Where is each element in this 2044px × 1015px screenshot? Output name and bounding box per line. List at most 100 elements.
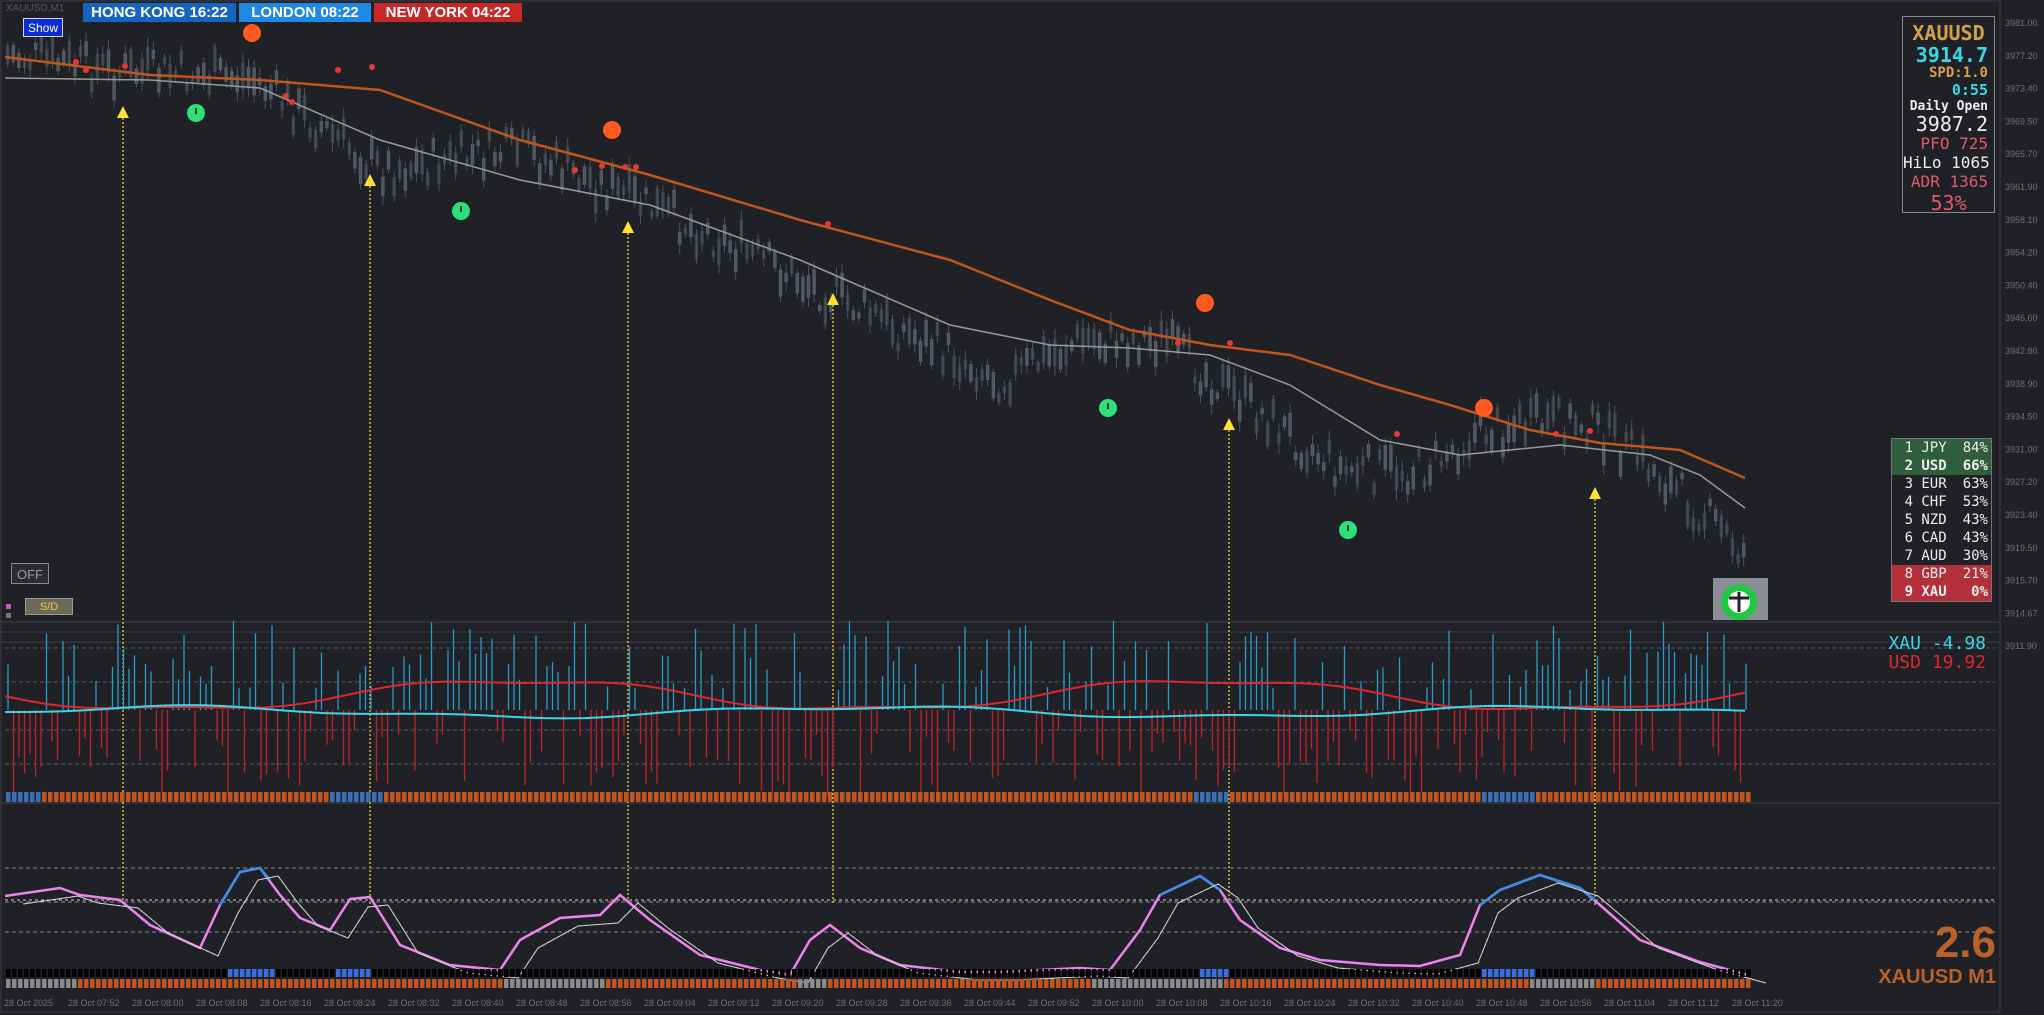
strip-cell — [1278, 792, 1283, 802]
strip-cell — [696, 792, 701, 802]
strip-cell — [1344, 969, 1349, 977]
strip-cell — [540, 792, 545, 802]
strip-cell — [414, 979, 419, 988]
strip-cell — [1236, 969, 1241, 977]
strip-cell — [756, 792, 761, 802]
strip-cell — [1158, 792, 1163, 802]
strip-cell — [1452, 792, 1457, 802]
strip-cell — [6, 792, 11, 802]
strip-cell — [972, 979, 977, 988]
strip-cell — [48, 979, 53, 988]
strip-cell — [1026, 979, 1031, 988]
strip-cell — [438, 969, 443, 977]
strip-cell — [1620, 979, 1625, 988]
strip-cell — [1458, 792, 1463, 802]
trading-chart[interactable]: 3981.00 3977.20 3973.40 3969.50 3965.70 3961.… — [0, 0, 2044, 1015]
strip-cell — [1008, 969, 1013, 977]
strip-cell — [1230, 979, 1235, 988]
strip-cell — [198, 792, 203, 802]
strength-rank: 5 — [1904, 512, 1913, 528]
strip-cell — [558, 979, 563, 988]
strip-cell — [1230, 792, 1235, 802]
strip-cell — [1308, 979, 1313, 988]
strip-cell — [1596, 979, 1601, 988]
strip-cell — [852, 792, 857, 802]
show-button[interactable]: Show — [23, 18, 63, 37]
strip-cell — [132, 969, 137, 977]
strip-cell — [1632, 792, 1637, 802]
strength-percent: 43% — [1962, 512, 1988, 528]
strength-currency: CAD — [1921, 530, 1947, 546]
strip-cell — [726, 979, 731, 988]
strip-cell — [60, 792, 65, 802]
strip-cell — [120, 792, 125, 802]
strip-cell — [498, 969, 503, 977]
price-axis-label: 3946.60 — [2005, 313, 2038, 323]
strip-cell — [954, 792, 959, 802]
strip-cell — [1398, 792, 1403, 802]
info-countdown: 0:55 — [1951, 81, 1988, 99]
strip-cell — [426, 969, 431, 977]
strip-cell — [540, 969, 545, 977]
strip-cell — [462, 969, 467, 977]
strip-cell — [1188, 969, 1193, 977]
price-chart-canvas[interactable]: 3981.00 3977.20 3973.40 3969.50 3965.70 3961.… — [0, 0, 2044, 1015]
strip-cell — [1410, 792, 1415, 802]
sd-button[interactable]: S/D — [25, 598, 73, 615]
strip-cell — [1626, 792, 1631, 802]
strip-cell — [564, 792, 569, 802]
strip-cell — [816, 792, 821, 802]
strip-cell — [1692, 969, 1697, 977]
strip-cell — [102, 979, 107, 988]
strip-cell — [1086, 969, 1091, 977]
strip-cell — [1254, 969, 1259, 977]
strip-cell — [24, 979, 29, 988]
strip-cell — [888, 979, 893, 988]
strip-cell — [876, 979, 881, 988]
strip-cell — [1200, 979, 1205, 988]
strip-cell — [1242, 979, 1247, 988]
strip-cell — [918, 792, 923, 802]
strip-cell — [810, 792, 815, 802]
strip-cell — [1116, 792, 1121, 802]
strip-cell — [1332, 969, 1337, 977]
strip-cell — [138, 969, 143, 977]
strip-cell — [180, 969, 185, 977]
strip-cell — [1596, 969, 1601, 977]
strip-cell — [1002, 792, 1007, 802]
strip-cell — [612, 792, 617, 802]
strip-cell — [690, 792, 695, 802]
strip-cell — [564, 979, 569, 988]
strength-rank: 8 — [1904, 566, 1913, 582]
strip-cell — [342, 979, 347, 988]
strength-row-usd: 2 USD 66% — [1892, 457, 1991, 475]
strip-cell — [1482, 792, 1487, 802]
strip-cell — [108, 979, 113, 988]
strip-cell — [1260, 969, 1265, 977]
strip-cell — [1632, 969, 1637, 977]
strip-cell — [582, 969, 587, 977]
strip-cell — [1650, 969, 1655, 977]
strip-cell — [768, 792, 773, 802]
strip-cell — [840, 792, 845, 802]
strip-cell — [1572, 979, 1577, 988]
strip-cell — [84, 969, 89, 977]
strip-cell — [798, 979, 803, 988]
strip-cell — [660, 969, 665, 977]
strip-cell — [1176, 969, 1181, 977]
strip-cell — [1398, 969, 1403, 977]
strip-cell — [570, 969, 575, 977]
strip-cell — [930, 792, 935, 802]
strip-cell — [270, 792, 275, 802]
strip-cell — [1722, 979, 1727, 988]
strength-rank: 3 — [1904, 476, 1913, 492]
strip-cell — [150, 792, 155, 802]
strip-cell — [192, 969, 197, 977]
strip-cell — [432, 792, 437, 802]
strip-cell — [114, 979, 119, 988]
strip-cell — [366, 979, 371, 988]
off-button[interactable]: OFF — [11, 563, 49, 584]
time-axis-label: 28 Oct 11:20 — [1732, 998, 1783, 1008]
strip-cell — [1584, 969, 1589, 977]
strip-cell — [846, 969, 851, 977]
